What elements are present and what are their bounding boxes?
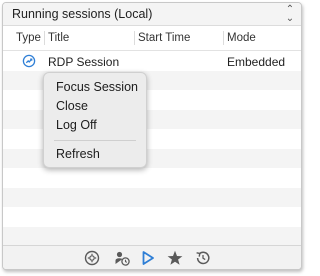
column-header-mode[interactable]: Mode: [227, 32, 256, 46]
table-row: [3, 168, 301, 188]
star-icon[interactable]: [166, 249, 184, 267]
chevron-up-down-icon: ⌃ ⌄: [285, 4, 295, 24]
table-row: [3, 226, 301, 246]
menu-item-close[interactable]: Close: [56, 99, 88, 113]
column-header-start-time[interactable]: Start Time: [138, 32, 190, 46]
clock-settings-icon[interactable]: [83, 249, 101, 267]
table-header: Type Title Start Time Mode: [3, 26, 301, 51]
sessions-toolbar: [3, 245, 301, 269]
session-title: RDP Session: [48, 55, 120, 69]
user-session-icon[interactable]: [113, 249, 131, 267]
sessions-dropdown-label: Running sessions (Local): [12, 7, 153, 21]
column-header-type[interactable]: Type: [16, 32, 41, 46]
column-divider: [44, 31, 45, 45]
column-header-title[interactable]: Title: [48, 32, 69, 46]
menu-item-log-off[interactable]: Log Off: [56, 118, 97, 132]
session-mode: Embedded: [227, 55, 286, 69]
menu-item-refresh[interactable]: Refresh: [56, 147, 100, 161]
column-divider: [223, 31, 224, 45]
context-menu: Focus Session Close Log Off Refresh: [43, 72, 147, 168]
column-divider: [134, 31, 135, 45]
running-sessions-panel: Running sessions (Local) ⌃ ⌄ Type Title S…: [2, 2, 302, 270]
table-row: [3, 187, 301, 207]
menu-divider: [54, 140, 136, 141]
play-icon[interactable]: [139, 249, 157, 267]
sessions-dropdown[interactable]: Running sessions (Local) ⌃ ⌄: [3, 3, 301, 26]
history-icon[interactable]: [194, 249, 212, 267]
table-row[interactable]: RDP Session Embedded: [3, 51, 301, 71]
table-row: [3, 207, 301, 227]
menu-item-focus-session[interactable]: Focus Session: [56, 80, 138, 94]
rdp-session-icon: [22, 54, 36, 71]
